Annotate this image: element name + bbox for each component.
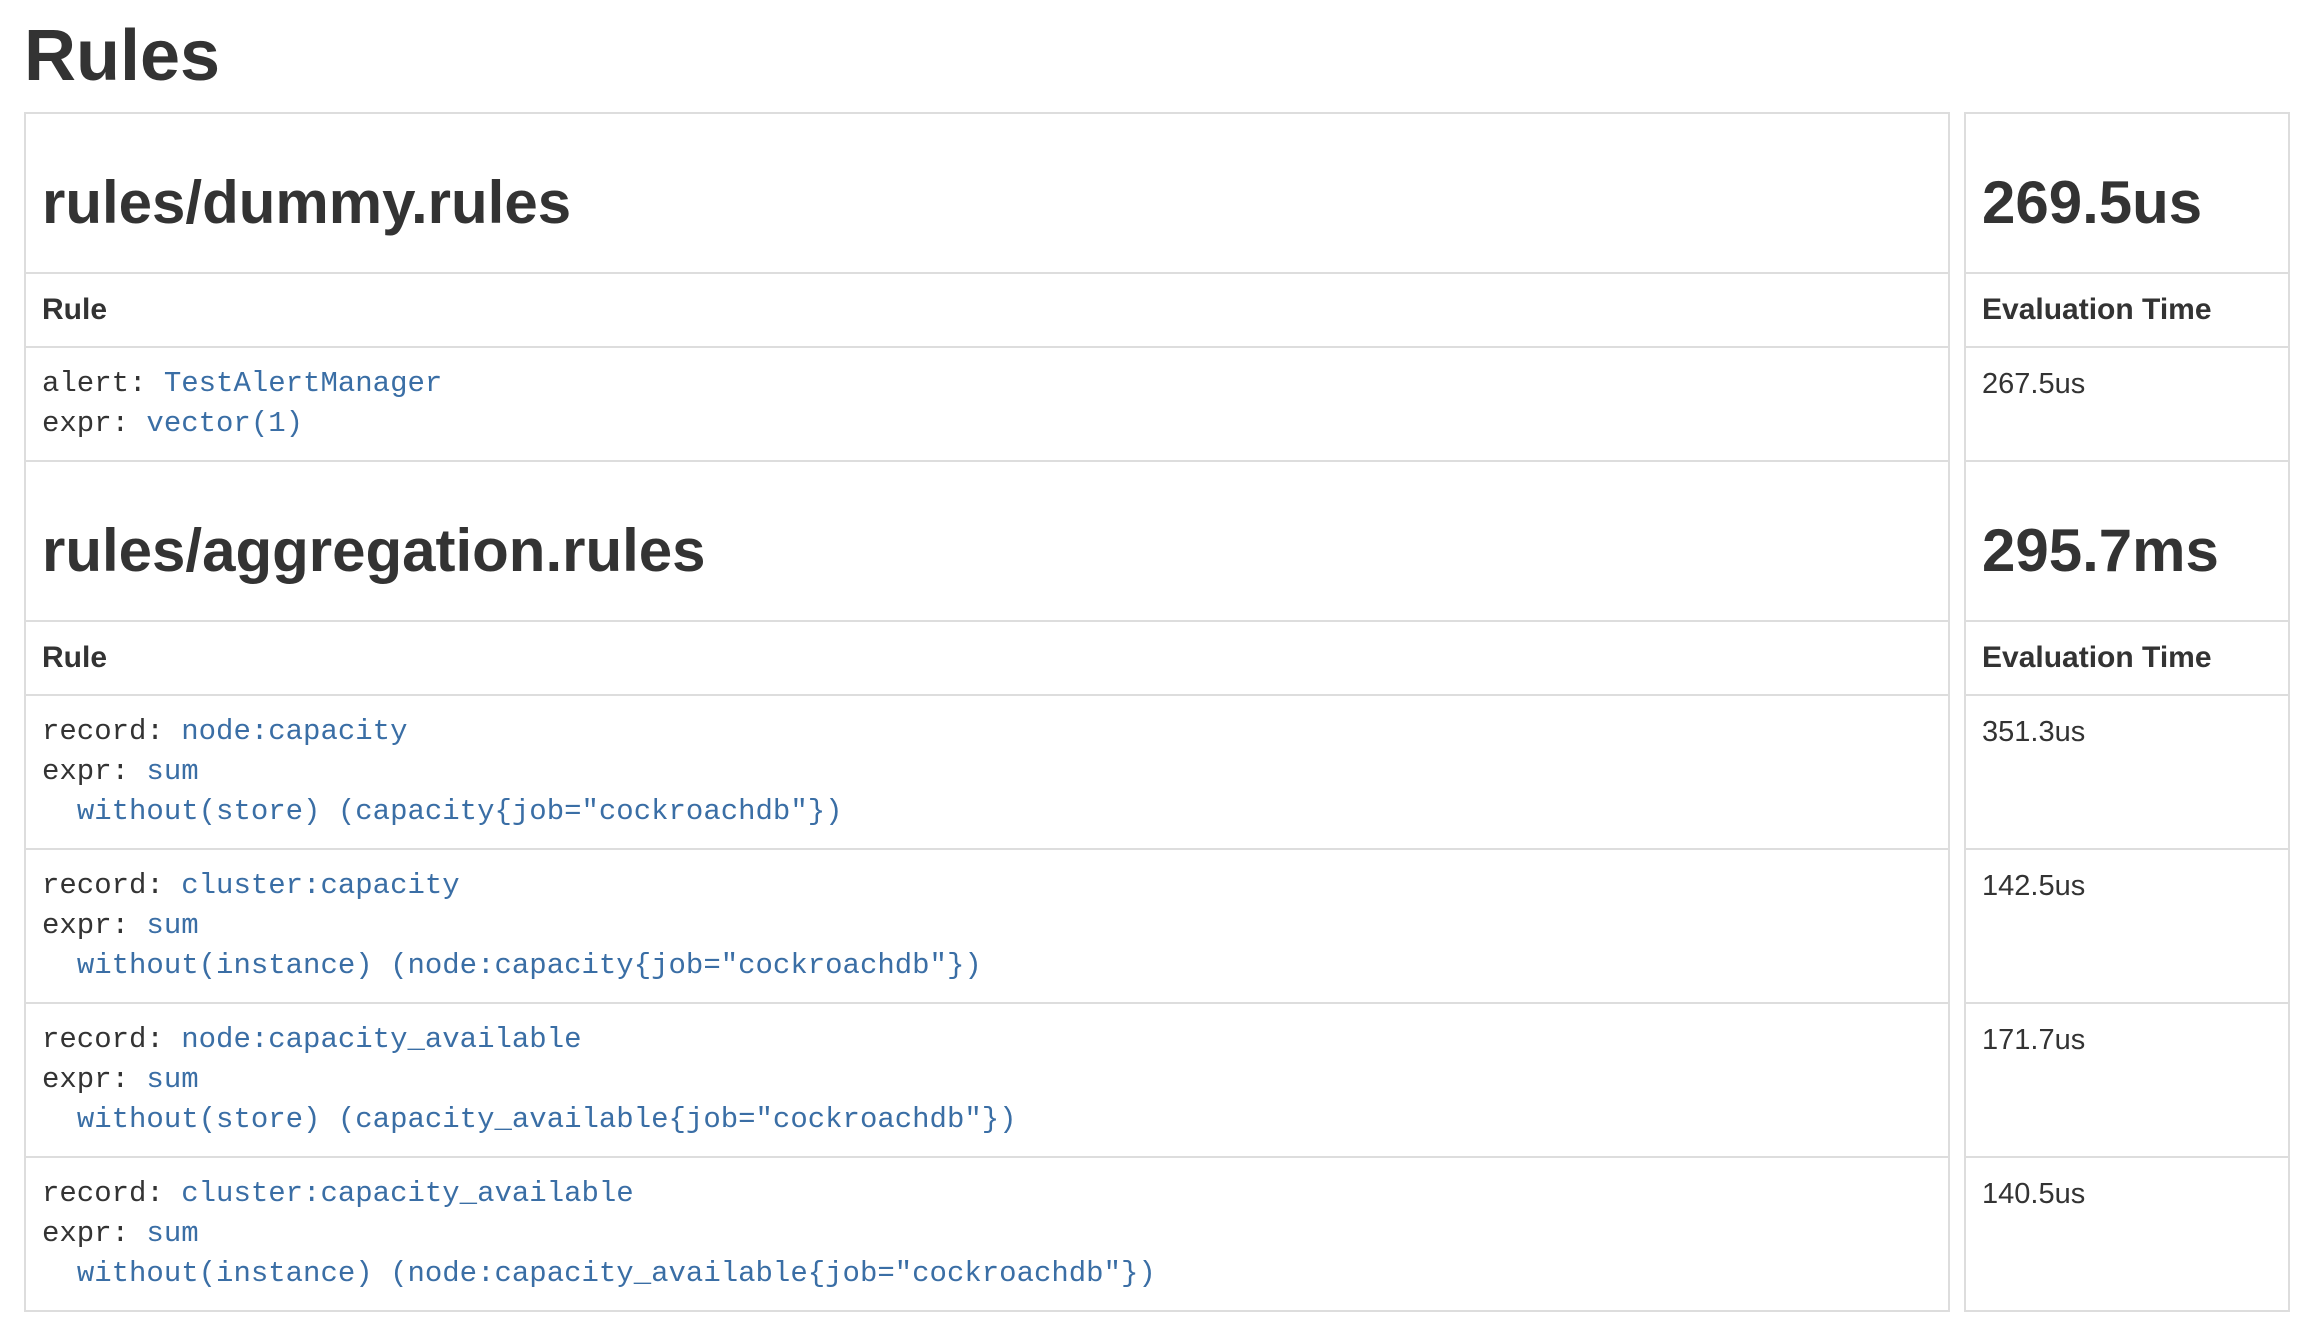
rule-field-label — [42, 795, 77, 828]
rule-name-link[interactable]: TestAlertManager — [164, 367, 442, 400]
rule-group-evaluation-time-cell: 295.7ms — [1964, 462, 2290, 622]
column-header-evaluation-time: Evaluation Time — [1964, 274, 2290, 348]
rule-row: record: node:capacity_available expr: su… — [24, 1004, 2290, 1158]
rule-group-file-cell: rules/aggregation.rules — [24, 462, 1950, 622]
rule-group-file: rules/aggregation.rules — [42, 518, 1932, 584]
rule-definition-text: record: node:capacity_available expr: su… — [42, 1020, 1932, 1140]
rule-group-file-cell: rules/dummy.rules — [24, 112, 1950, 274]
rule-expr-link[interactable]: sum — [146, 755, 198, 788]
rule-group-file: rules/dummy.rules — [42, 170, 1932, 236]
rule-field-label — [42, 949, 77, 982]
rules-table: rules/dummy.rules 269.5us Rule Evaluatio… — [10, 112, 2304, 1312]
rule-field-label: expr: — [42, 1063, 146, 1096]
rule-definition-cell: alert: TestAlertManager expr: vector(1) — [24, 348, 1950, 462]
rule-definition-cell: record: cluster:capacity_available expr:… — [24, 1158, 1950, 1312]
rule-row: record: node:capacity expr: sum without(… — [24, 696, 2290, 850]
rule-expr-link[interactable]: sum — [146, 909, 198, 942]
rule-field-label: expr: — [42, 909, 146, 942]
rule-expr-link[interactable]: vector(1) — [146, 407, 303, 440]
column-header-rule: Rule — [24, 622, 1950, 696]
rule-field-label: record: — [42, 1177, 181, 1210]
rule-evaluation-time: 267.5us — [1964, 348, 2290, 462]
rule-definition-cell: record: cluster:capacity expr: sum witho… — [24, 850, 1950, 1004]
rule-field-label: alert: — [42, 367, 164, 400]
rule-field-label: expr: — [42, 1217, 146, 1250]
rule-name-link[interactable]: node:capacity_available — [181, 1023, 581, 1056]
rule-group-evaluation-time-cell: 269.5us — [1964, 112, 2290, 274]
rule-definition-cell: record: node:capacity_available expr: su… — [24, 1004, 1950, 1158]
rule-evaluation-time: 142.5us — [1964, 850, 2290, 1004]
rule-row: alert: TestAlertManager expr: vector(1) … — [24, 348, 2290, 462]
rule-group-header-row: rules/aggregation.rules 295.7ms — [24, 462, 2290, 622]
rule-field-label: record: — [42, 869, 181, 902]
rule-definition-text: alert: TestAlertManager expr: vector(1) — [42, 364, 1932, 444]
rule-expr-link[interactable]: without(store) (capacity_available{job="… — [77, 1103, 1017, 1136]
rule-group-evaluation-time: 269.5us — [1982, 170, 2272, 236]
rule-field-label — [42, 1103, 77, 1136]
rule-evaluation-time: 351.3us — [1964, 696, 2290, 850]
column-header-rule: Rule — [24, 274, 1950, 348]
rule-definition-text: record: cluster:capacity_available expr:… — [42, 1174, 1932, 1294]
rule-expr-link[interactable]: sum — [146, 1063, 198, 1096]
rule-evaluation-time: 140.5us — [1964, 1158, 2290, 1312]
rule-expr-link[interactable]: without(store) (capacity{job="cockroachd… — [77, 795, 843, 828]
rule-expr-link[interactable]: without(instance) (node:capacity_availab… — [77, 1257, 1156, 1290]
rule-field-label — [42, 1257, 77, 1290]
table-header-row: Rule Evaluation Time — [24, 274, 2290, 348]
rule-field-label: record: — [42, 715, 181, 748]
rule-field-label: expr: — [42, 755, 146, 788]
rule-name-link[interactable]: node:capacity — [181, 715, 407, 748]
page-title: Rules — [24, 20, 2316, 92]
rule-row: record: cluster:capacity expr: sum witho… — [24, 850, 2290, 1004]
rule-definition-cell: record: node:capacity expr: sum without(… — [24, 696, 1950, 850]
rule-name-link[interactable]: cluster:capacity — [181, 869, 459, 902]
rule-expr-link[interactable]: sum — [146, 1217, 198, 1250]
rule-field-label: expr: — [42, 407, 146, 440]
table-header-row: Rule Evaluation Time — [24, 622, 2290, 696]
rules-page: Rules rules/dummy.rules 269.5us Rule Eva… — [0, 20, 2316, 1312]
column-header-evaluation-time: Evaluation Time — [1964, 622, 2290, 696]
rule-expr-link[interactable]: without(instance) (node:capacity{job="co… — [77, 949, 982, 982]
rule-definition-text: record: node:capacity expr: sum without(… — [42, 712, 1932, 832]
rule-evaluation-time: 171.7us — [1964, 1004, 2290, 1158]
rule-definition-text: record: cluster:capacity expr: sum witho… — [42, 866, 1932, 986]
rule-group-header-row: rules/dummy.rules 269.5us — [24, 112, 2290, 274]
rule-row: record: cluster:capacity_available expr:… — [24, 1158, 2290, 1312]
rule-field-label: record: — [42, 1023, 181, 1056]
rule-name-link[interactable]: cluster:capacity_available — [181, 1177, 633, 1210]
rule-group-evaluation-time: 295.7ms — [1982, 518, 2272, 584]
